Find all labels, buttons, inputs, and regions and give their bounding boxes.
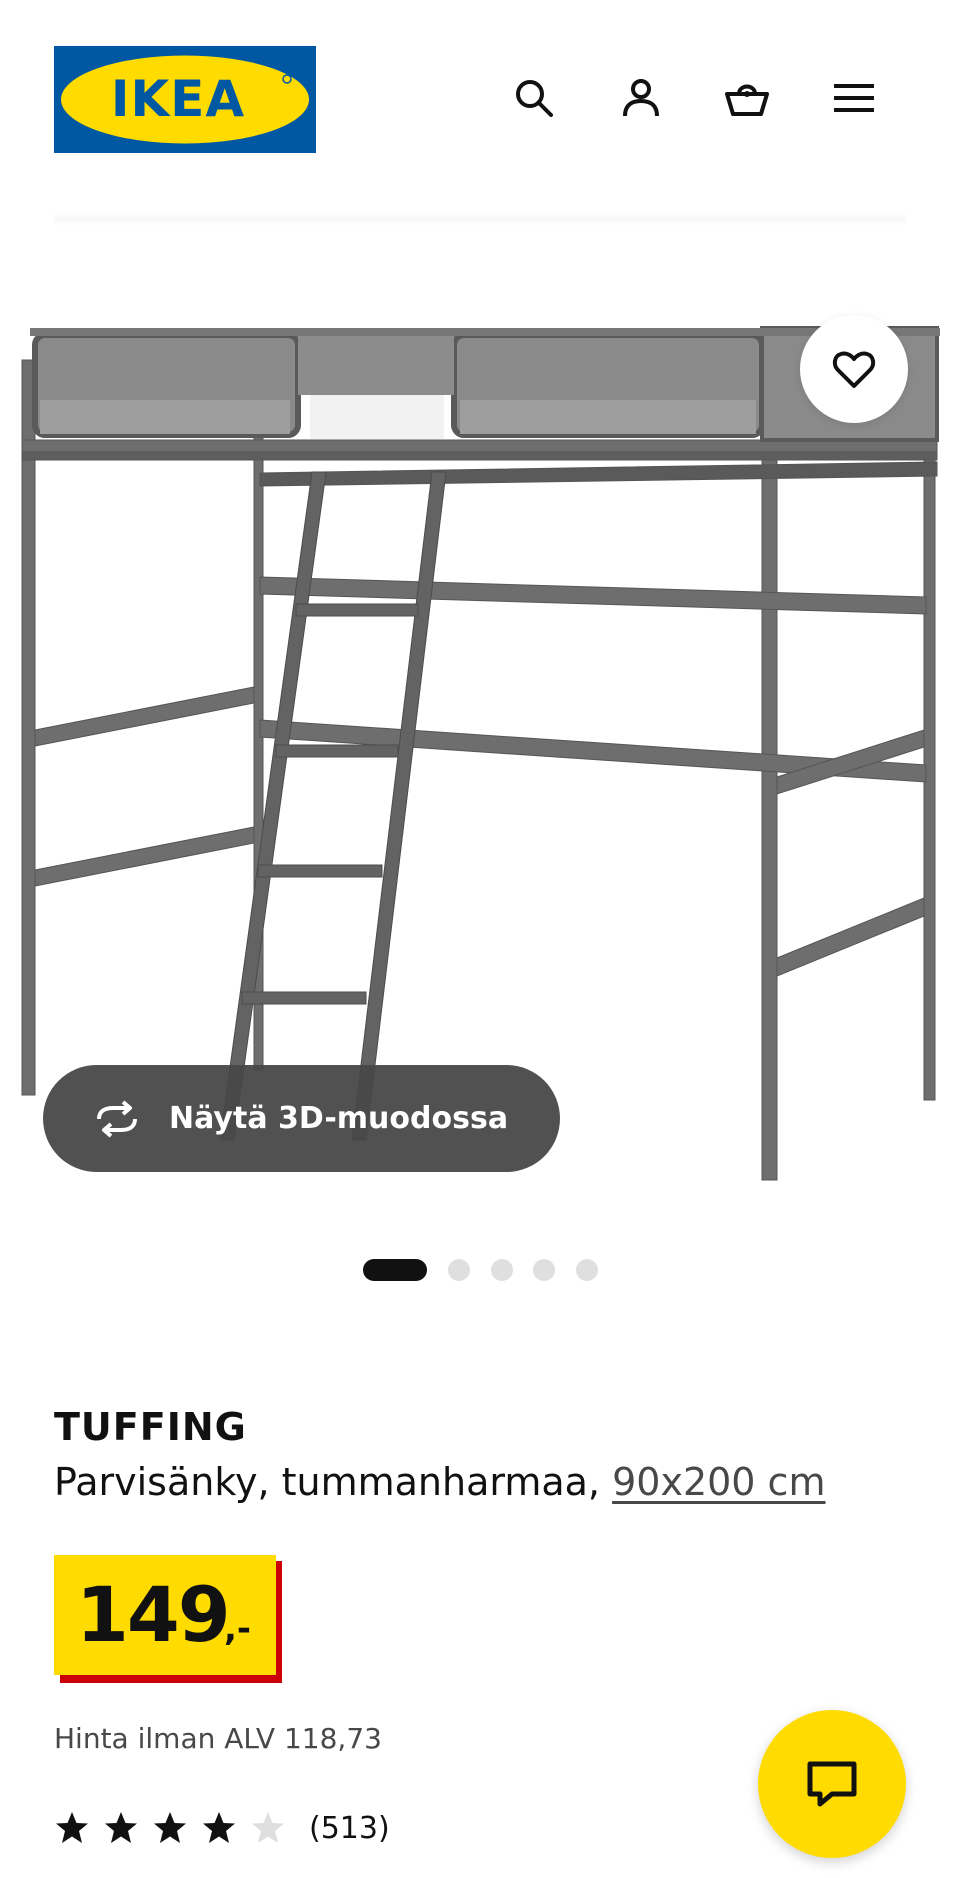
menu-button[interactable] [824, 68, 884, 128]
view-3d-label: Näytä 3D-muodossa [169, 1101, 509, 1136]
chat-icon [807, 1761, 857, 1807]
cart-icon [725, 84, 769, 116]
menu-icon [834, 84, 874, 112]
price-tag: 149 ,- [54, 1555, 282, 1683]
star-full-icon [56, 1812, 88, 1843]
price-excl-vat: Hinta ilman ALV 118,73 [54, 1722, 382, 1755]
logo-text: IKEA [111, 70, 245, 128]
star-half-icon [252, 1812, 284, 1843]
search-icon [516, 80, 553, 117]
price-tag-box: 149 ,- [54, 1555, 276, 1675]
chat-button[interactable] [758, 1710, 906, 1858]
cart-button[interactable] [717, 68, 777, 128]
carousel-dot-2[interactable] [448, 1259, 470, 1281]
product-description: Parvisänky, tummanharmaa, 90x200 cm [54, 1460, 825, 1504]
price-integer: 149 [76, 1570, 231, 1659]
product-gallery[interactable]: Näytä 3D-muodossa [0, 240, 960, 1240]
rating-summary[interactable]: (513) [54, 1808, 390, 1848]
heart-icon [832, 351, 876, 388]
carousel-dot-3[interactable] [491, 1259, 513, 1281]
carousel-dot-5[interactable] [576, 1259, 598, 1281]
star-full-icon [154, 1812, 186, 1843]
review-count: (513) [309, 1810, 390, 1846]
star-full-icon [105, 1812, 137, 1843]
favorite-button[interactable] [800, 315, 908, 423]
size-link[interactable]: 90x200 cm [612, 1460, 825, 1504]
view-3d-button[interactable]: Näytä 3D-muodossa [43, 1065, 560, 1172]
carousel-indicator [0, 1257, 960, 1281]
search-button[interactable] [504, 68, 564, 128]
rotate-3d-icon [97, 1099, 137, 1138]
account-icon [623, 79, 659, 117]
account-button[interactable] [611, 68, 671, 128]
price-decimal: ,- [224, 1609, 252, 1649]
product-name: TUFFING [54, 1405, 247, 1449]
carousel-dot-4[interactable] [533, 1259, 555, 1281]
product-type: Parvisänky, tummanharmaa, [54, 1460, 601, 1504]
star-full-icon [203, 1812, 235, 1843]
ikea-logo[interactable]: IKEA [54, 46, 316, 153]
header: IKEA [0, 0, 960, 200]
carousel-dot-1[interactable] [363, 1259, 427, 1281]
header-divider [54, 212, 906, 226]
